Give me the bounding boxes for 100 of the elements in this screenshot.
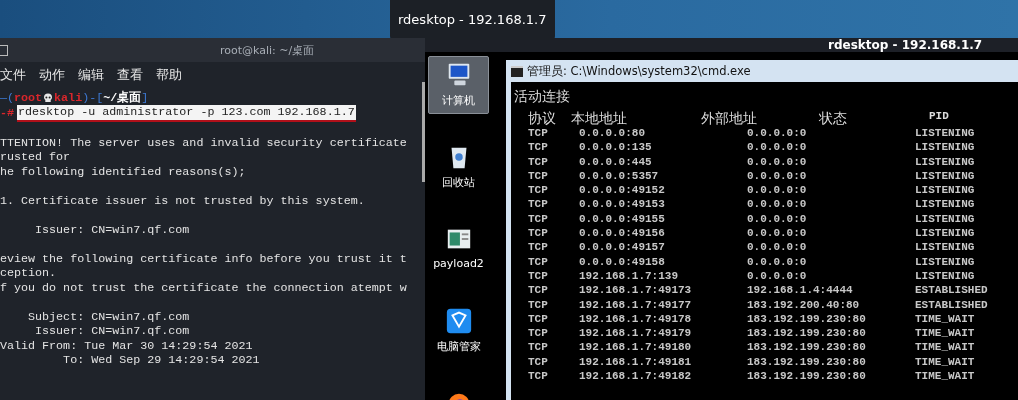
table-cell: LISTENING [915,254,975,269]
table-cell-text: 0.0.0.0:0 [747,254,808,269]
table-cell: TIME_WAIT [915,340,975,355]
table-cell: LISTENING [915,140,975,155]
table-cell-text: 192.168.1.7:49181 [579,354,693,370]
table-cell-text: TCP [527,311,549,327]
table-cell: TIME_WAIT [915,369,975,384]
table-cell: TIME_WAIT [915,326,975,341]
highlighted-command: rdesktop -u administrator -p 123.com 192.168.1.7 [17,105,356,122]
table-cell-text: 0.0.0.0:49152 [579,183,666,198]
desktop-shortcut[interactable]: 回收站 [428,138,489,196]
table-cell-text: 0.0.0.0:49155 [579,211,666,227]
table-cell-text: TCP [527,140,549,155]
table-cell-text: TCP [527,126,549,141]
table-cell: LISTENING [915,197,975,212]
table-cell-text: TCP [527,268,549,284]
terminal-output-line: Subject: CN=win7.qf.com [27,309,191,324]
table-cell: ESTABLISHED [915,297,988,312]
terminal-output-line: eview the following certificate info before you trust it t [0,251,408,266]
table-cell-text: 0.0.0.0:445 [579,154,653,169]
window-menu-icon[interactable] [0,44,8,56]
table-cell-text: 192.168.1.7:49178 [579,311,693,327]
table-cell-text: TCP [527,254,549,269]
table-cell-text: 0.0.0.0:135 [579,140,653,155]
table-cell-text: 0.0.0.0:0 [747,211,808,227]
window-title: 管理员: C:\Windows\system32\cmd.exe [527,63,751,79]
table-cell: LISTENING [915,240,975,255]
table-cell-text: TCP [527,197,549,212]
table-cell-text: 192.168.1.4:4444 [747,283,854,298]
table-cell-text: TCP [527,240,549,255]
terminal-output-line: rusted for [0,150,72,165]
menu-item[interactable]: 文件 [0,66,26,84]
table-cell: ESTABLISHED [915,283,988,298]
table-cell-text: 0.0.0.0:49153 [579,197,666,212]
table-cell-text: TCP [527,297,549,312]
table-cell-text: TCP [527,226,549,241]
table-cell: LISTENING [915,154,975,169]
table-cell-text: TCP [527,183,549,198]
menu-item[interactable]: 查看 [117,66,143,84]
window-title: root@kali: ~/桌面 [220,42,315,58]
table-cell-text: TCP [527,154,549,169]
table-cell-text: 0.0.0.0:0 [747,268,808,284]
table-cell-text: 183.192.199.230:80 [747,369,867,384]
table-cell-text: 183.192.199.230:80 [747,340,867,355]
terminal-output-line: TTENTION! The server uses and invalid security certificate [0,135,408,150]
table-cell-text: 0.0.0.0:49156 [579,226,666,241]
menu-item[interactable]: 编辑 [78,66,104,84]
table-cell-text: 0.0.0.0:0 [747,168,808,184]
table-cell-text: TCP [527,168,549,184]
prompt-user: root [14,90,43,105]
table-cell-text: 0.0.0.0:0 [747,240,808,255]
terminal-output-line: Valid From: Tue Mar 30 14:29:54 2021 [0,338,254,353]
column-header: 本地地址 [571,110,628,126]
column-header: 状态 [819,110,848,126]
prompt-bracket: —( [0,90,15,105]
prompt-bracket: )-[ [82,90,104,105]
table-cell-text: 0.0.0.0:80 [579,126,646,141]
table-cell: LISTENING [915,226,975,241]
skull-icon [43,92,54,103]
table-cell-text: 0.0.0.0:0 [747,140,808,155]
column-header: 协议 [527,110,557,126]
terminal-output-line: ception. [0,266,58,281]
output-heading: 活动连接 [514,88,571,106]
table-cell: LISTENING [915,183,975,198]
terminal-output-line: To: Wed Sep 29 14:29:54 2021 [62,353,261,368]
desktop-shortcut[interactable]: payload2 [428,220,489,278]
table-cell-text: 0.0.0.0:0 [747,197,808,212]
table-cell-text: 0.0.0.0:0 [747,226,808,241]
window-tooltip: rdesktop - 192.168.1.7 [390,0,555,40]
table-cell-text: 192.168.1.7:49177 [579,297,693,312]
table-cell-text: 192.168.1.7:49173 [579,283,693,298]
column-header: 外部地址 [701,110,758,126]
table-cell-text: TCP [527,354,549,370]
table-cell-text: TCP [527,326,549,341]
desktop-shortcut[interactable]: 电脑管家 [428,302,489,360]
table-cell-text: 0.0.0.0:5357 [579,168,660,184]
prompt-symbol: -# [0,106,15,121]
table-cell-text: 183.192.199.230:80 [747,311,867,327]
table-cell-text: 183.192.199.230:80 [747,354,867,370]
table-cell: TIME_WAIT [915,354,975,370]
table-cell-text: 192.168.1.7:49179 [579,326,693,341]
scrollbar[interactable] [422,82,425,182]
menu-item[interactable]: 动作 [39,66,65,84]
menu-item[interactable]: 帮助 [156,66,182,84]
table-cell-text: 0.0.0.0:0 [747,183,808,198]
table-cell: LISTENING [915,168,975,184]
prompt-host: kali [54,90,83,105]
table-cell-text: TCP [527,283,549,298]
desktop-shortcut[interactable]: 计算机 [428,56,489,114]
prompt-path: ~/桌面 [103,90,142,105]
terminal-output-line: Issuer: CN=win7.qf.com [34,222,191,237]
terminal-output-line: Issuer: CN=win7.qf.com [34,324,191,339]
table-cell-text: TCP [527,369,549,384]
table-cell-text: 192.168.1.7:49182 [579,369,693,384]
table-cell: LISTENING [915,268,975,284]
terminal-output-line: 1. Certificate issuer is not trusted by this system. [0,193,366,208]
table-cell-text: 0.0.0.0:0 [747,126,808,141]
table-cell-text: 0.0.0.0:0 [747,154,808,169]
shield-app-icon [444,307,473,335]
table-cell-text: 183.192.199.230:80 [747,326,867,341]
